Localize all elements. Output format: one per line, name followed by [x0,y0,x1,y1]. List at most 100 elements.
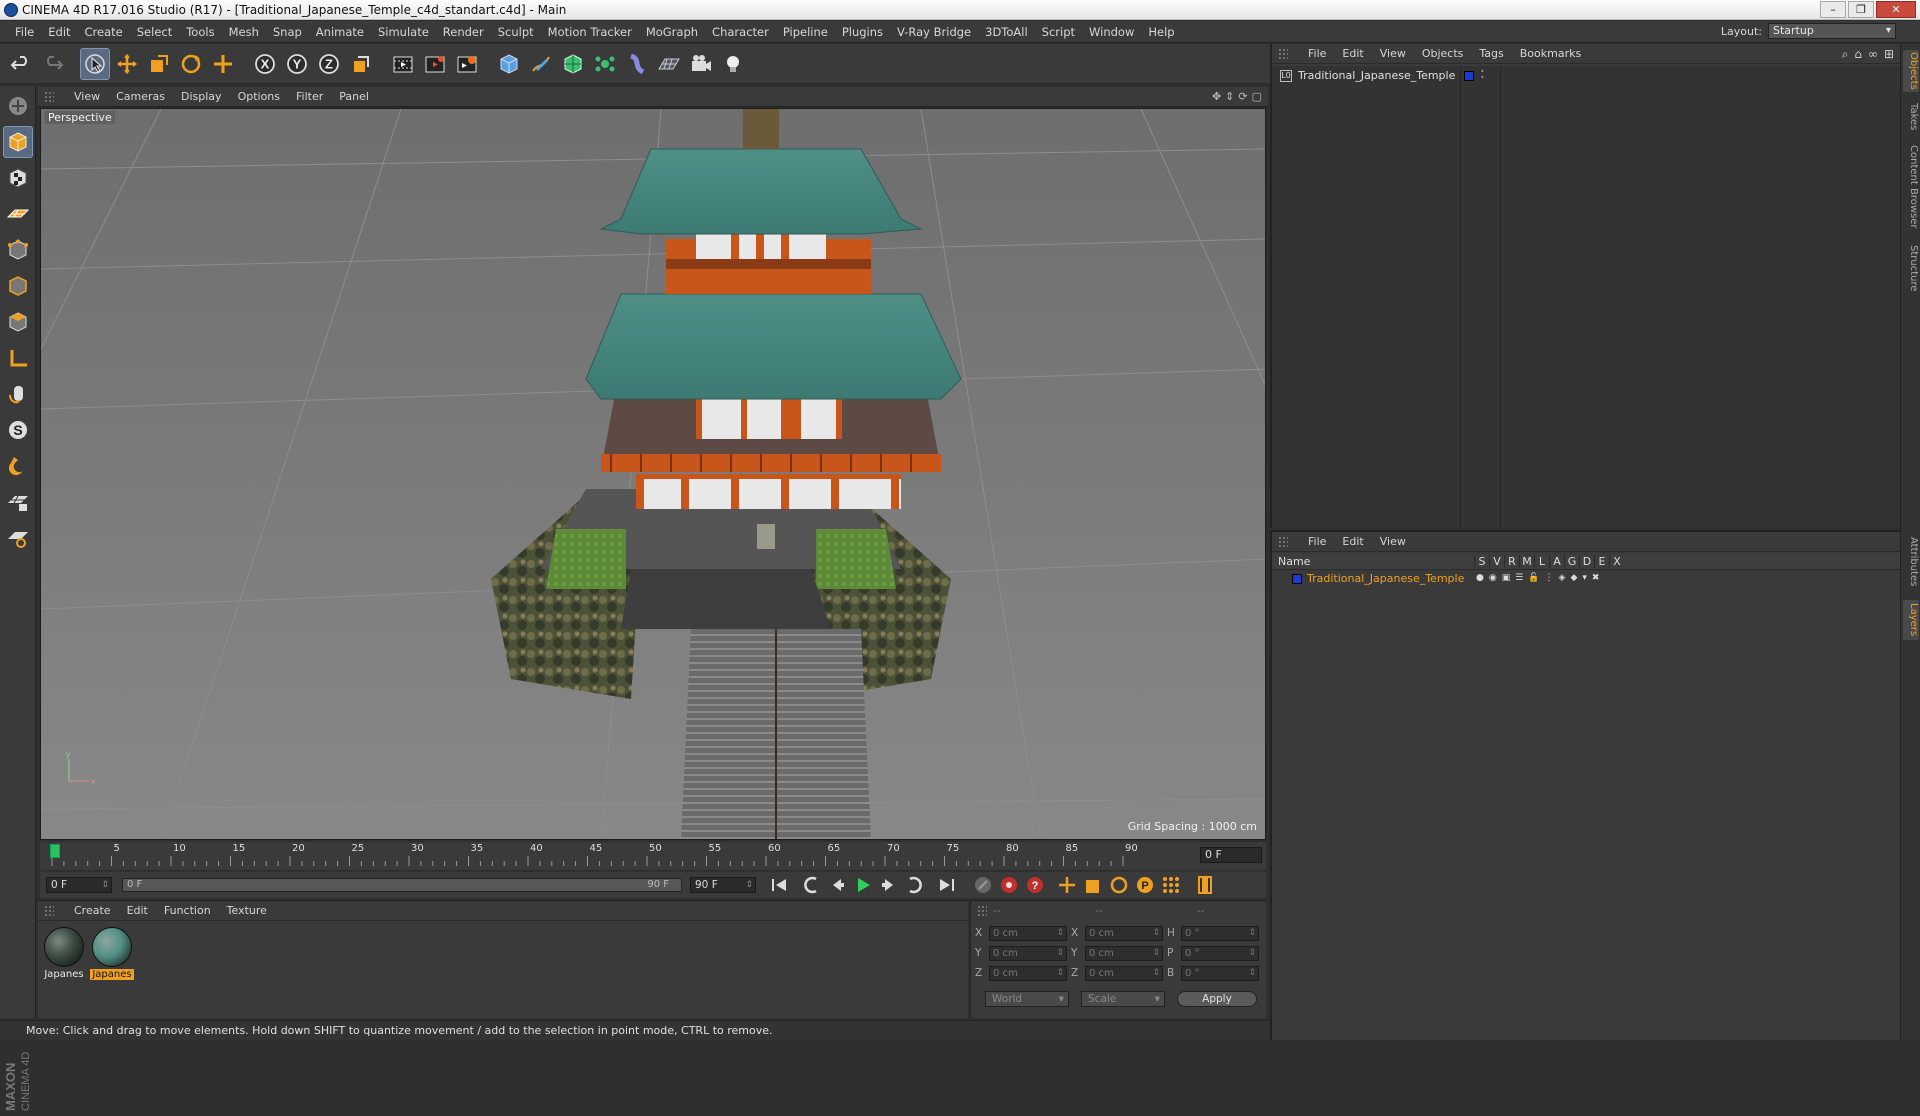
render-view-icon[interactable] [388,48,418,80]
x-axis-icon[interactable]: X [250,48,280,80]
preview-range-slider[interactable]: 0 F 90 F [122,878,682,892]
link-icon[interactable]: ∞ [1868,47,1878,62]
menu-pipeline[interactable]: Pipeline [776,25,835,39]
flag-xref-header[interactable]: X [1609,555,1624,568]
next-key-icon[interactable] [902,873,928,897]
objects-menu-tags[interactable]: Tags [1471,47,1511,60]
render-icon[interactable]: ▣ [1502,573,1511,583]
position-z-field[interactable]: 0 cm [989,965,1067,981]
material-menu-function[interactable]: Function [156,904,219,917]
objects-menu-file[interactable]: File [1300,47,1334,60]
viewport-rotate-icon[interactable]: ⟳ [1238,90,1247,103]
flag-expressions-header[interactable]: E [1594,555,1609,568]
menu-sculpt[interactable]: Sculpt [491,25,541,39]
flag-manager-header[interactable]: M [1519,555,1534,568]
texture-mode-icon[interactable] [3,162,33,194]
menu-mesh[interactable]: Mesh [222,25,266,39]
menu-plugins[interactable]: Plugins [835,25,890,39]
y-axis-icon[interactable]: Y [282,48,312,80]
tab-structure[interactable]: Structure [1903,240,1919,296]
new-panel-icon[interactable]: ⊞ [1884,47,1894,62]
goto-end-icon[interactable] [934,873,960,897]
layers-menu-view[interactable]: View [1372,535,1414,548]
view-eye-icon[interactable]: ◉ [1489,573,1497,583]
lock-icon[interactable]: 🔓 [1528,573,1539,583]
material-thumbnail[interactable]: Japanes [42,927,86,983]
objects-menu-objects[interactable]: Objects [1414,47,1472,60]
subdivision-icon[interactable] [558,48,588,80]
move-icon[interactable] [112,48,142,80]
flag-animation-header[interactable]: A [1549,555,1564,568]
add-object-icon[interactable] [208,48,238,80]
autokeying-icon[interactable]: ? [1022,873,1048,897]
3d-viewport[interactable]: y x Perspective Grid Spacing : 1000 cm [40,108,1266,840]
magnet-icon[interactable] [3,450,33,482]
object-row[interactable]: L0 Traditional_Japanese_Temple [1280,69,1455,82]
tab-content-browser[interactable]: Content Browser [1903,142,1919,232]
tab-objects[interactable]: Objects [1903,50,1919,92]
menu-motion-tracker[interactable]: Motion Tracker [541,25,639,39]
pen-icon[interactable] [526,48,556,80]
record-keys-icon[interactable] [996,873,1022,897]
menu-animate[interactable]: Animate [309,25,371,39]
menu-mograph[interactable]: MoGraph [639,25,705,39]
mograph-cloner-icon[interactable] [590,48,620,80]
viewport-menu-filter[interactable]: Filter [288,90,331,103]
key-parameter-icon[interactable]: P [1132,873,1158,897]
layers-menu-file[interactable]: File [1300,535,1334,548]
size-z-field[interactable]: 0 cm [1085,965,1163,981]
object-list[interactable]: L0 Traditional_Japanese_Temple • • [1272,66,1902,528]
apply-button[interactable]: Apply [1177,991,1257,1007]
workplane-lock-icon[interactable] [3,486,33,518]
flag-solo-header[interactable]: S [1474,555,1489,568]
motion-record-icon[interactable] [970,873,996,897]
menu-vray-bridge[interactable]: V-Ray Bridge [890,25,978,39]
close-button[interactable]: ✕ [1876,1,1916,18]
viewport-dolly-icon[interactable]: ⇕ [1225,90,1234,103]
rotation-b-field[interactable]: 0 ° [1181,965,1259,981]
goto-start-icon[interactable] [766,873,792,897]
redo-icon[interactable] [38,48,68,80]
deformer-icon[interactable]: ◆ [1570,573,1577,583]
previous-key-icon[interactable] [798,873,824,897]
layer-color-swatch[interactable] [1292,573,1302,584]
tab-layers[interactable]: Layers [1903,600,1919,640]
viewport-menu-view[interactable]: View [66,90,108,103]
flag-view-header[interactable]: V [1489,555,1504,568]
timeline-window-icon[interactable] [1192,873,1218,897]
menu-character[interactable]: Character [705,25,776,39]
viewport-menu-cameras[interactable]: Cameras [108,90,173,103]
size-x-field[interactable]: 0 cm [1085,925,1163,941]
make-editable-icon[interactable] [3,90,33,122]
tab-takes[interactable]: Takes [1903,100,1919,134]
render-picture-viewer-icon[interactable] [420,48,450,80]
animation-icon[interactable]: ⋮ [1545,573,1554,583]
panel-grip-icon[interactable] [1278,48,1288,60]
position-x-field[interactable]: 0 cm [989,925,1067,941]
current-frame-field[interactable]: 0 F [1200,847,1262,863]
viewport-menu-options[interactable]: Options [230,90,288,103]
layer-color-swatch[interactable] [1464,71,1474,81]
search-icon[interactable]: ⌕ [1842,47,1849,62]
next-frame-icon[interactable] [876,873,902,897]
viewport-pan-icon[interactable]: ✥ [1212,90,1221,103]
points-mode-icon[interactable] [3,234,33,266]
flag-deformers-header[interactable]: D [1579,555,1594,568]
generator-icon[interactable]: ◈ [1559,573,1566,583]
solo-icon[interactable]: ● [1476,573,1484,583]
start-frame-field[interactable]: 0 F [46,877,112,893]
workplane-icon[interactable] [3,198,33,230]
live-select-icon[interactable] [80,47,110,80]
tweak-mode-icon[interactable] [3,378,33,410]
play-forward-icon[interactable] [850,873,876,897]
camera-icon[interactable] [686,48,716,80]
position-y-field[interactable]: 0 cm [989,945,1067,961]
viewport-maximize-icon[interactable]: ▢ [1252,90,1262,103]
layers-menu-edit[interactable]: Edit [1334,535,1371,548]
z-axis-icon[interactable]: Z [314,48,344,80]
panel-grip-icon[interactable] [1278,536,1288,548]
rotation-p-field[interactable]: 0 ° [1181,945,1259,961]
home-icon[interactable]: ⌂ [1854,47,1862,62]
size-y-field[interactable]: 0 cm [1085,945,1163,961]
rotate-icon[interactable] [176,48,206,80]
